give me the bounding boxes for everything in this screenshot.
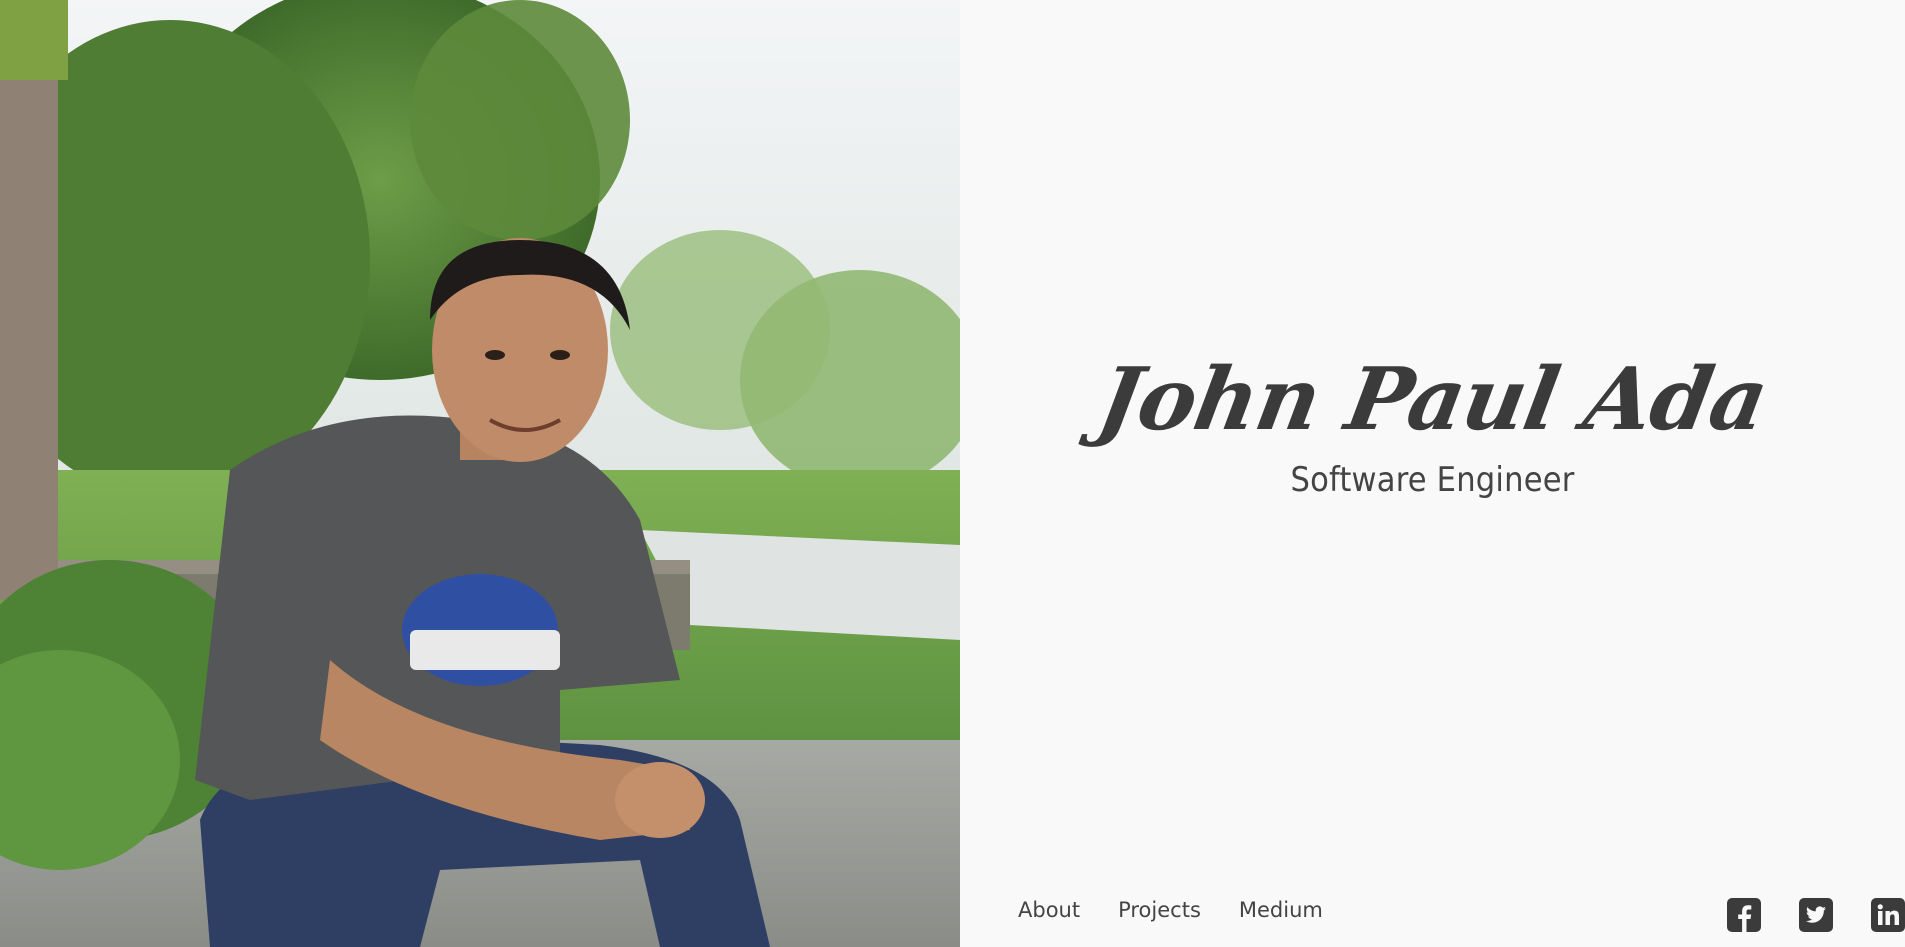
page: John Paul Ada Software Engineer About Pr… bbox=[0, 0, 1905, 947]
nav-link-medium[interactable]: Medium bbox=[1239, 898, 1323, 922]
facebook-link[interactable] bbox=[1727, 898, 1761, 932]
profile-role: Software Engineer bbox=[1290, 460, 1575, 500]
twitter-link[interactable] bbox=[1799, 898, 1833, 932]
twitter-icon bbox=[1799, 898, 1833, 932]
linkedin-icon bbox=[1871, 898, 1905, 932]
profile-photo-illustration bbox=[0, 0, 960, 947]
hero: John Paul Ada Software Engineer bbox=[960, 349, 1905, 500]
nav-link-about[interactable]: About bbox=[1018, 898, 1080, 922]
content-panel: John Paul Ada Software Engineer About Pr… bbox=[960, 0, 1905, 947]
facebook-icon bbox=[1727, 898, 1761, 932]
social-links bbox=[1727, 898, 1905, 932]
nav-link-projects[interactable]: Projects bbox=[1118, 898, 1201, 922]
linkedin-link[interactable] bbox=[1871, 898, 1905, 932]
profile-photo bbox=[0, 0, 960, 947]
footer-nav: About Projects Medium bbox=[1018, 898, 1323, 922]
profile-name: John Paul Ada bbox=[1090, 349, 1775, 450]
